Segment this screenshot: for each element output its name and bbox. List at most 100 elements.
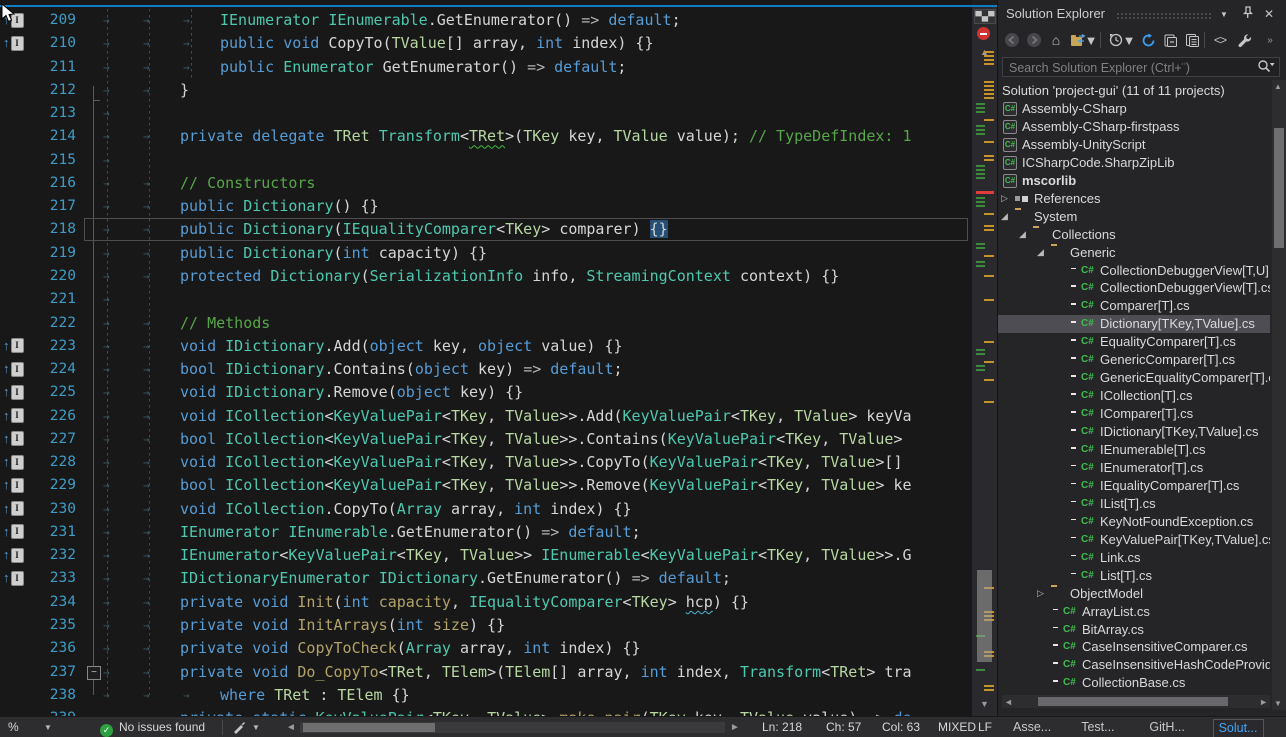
- code-line-214[interactable]: 214→→private delegate TRet Transform<TRe…: [0, 125, 972, 148]
- tree-item-keynotfoundexception-cs[interactable]: C#KeyNotFoundException.cs: [998, 513, 1270, 531]
- tree-item-ienumerable-t-cs[interactable]: C#IEnumerable[T].cs: [998, 441, 1270, 459]
- panel-tab-gith[interactable]: GitH...: [1144, 719, 1189, 736]
- tree-item-icollection-t-cs[interactable]: C#ICollection[T].cs: [998, 387, 1270, 405]
- back-icon[interactable]: [1002, 30, 1022, 50]
- tree-item-collectiondebuggerview-t-cs[interactable]: C#CollectionDebuggerView[T].cs: [998, 279, 1270, 297]
- tree-item-arraylist-cs[interactable]: C#ArrayList.cs: [998, 603, 1270, 621]
- tree-item-caseinsensitivecomparer-cs[interactable]: C#CaseInsensitiveComparer.cs: [998, 638, 1270, 656]
- tree-item-objectmodel[interactable]: ▷ObjectModel: [998, 585, 1270, 603]
- tree-item-ilist-t-cs[interactable]: C#IList[T].cs: [998, 495, 1270, 513]
- zoom-level[interactable]: %: [8, 717, 19, 737]
- code-line-219[interactable]: 219→→public Dictionary(int capacity) {}: [0, 242, 972, 265]
- implements-gutter-icon[interactable]: ↑I: [3, 361, 24, 377]
- collapse-arrow-icon[interactable]: ◢: [1019, 226, 1026, 244]
- tree-item-assembly-unityscript[interactable]: C#Assembly-UnityScript: [998, 136, 1270, 154]
- code-line-227[interactable]: ↑I227→→bool ICollection<KeyValuePair<TKe…: [0, 428, 972, 451]
- tree-item-genericequalitycomparer-t-cs[interactable]: C#GenericEqualityComparer[T].cs: [998, 369, 1270, 387]
- code-line-222[interactable]: 222→→// Methods: [0, 312, 972, 335]
- code-editor[interactable]: ↑I209→→→IEnumerator IEnumerable.GetEnume…: [0, 0, 972, 716]
- zoom-caret-icon[interactable]: ▼: [44, 717, 52, 737]
- hscroll-right-arrow[interactable]: ►: [730, 717, 740, 737]
- code-cleanup-icon[interactable]: [232, 717, 247, 735]
- implements-gutter-icon[interactable]: ↑I: [3, 547, 24, 563]
- refresh-icon[interactable]: [1138, 30, 1158, 50]
- tree-item-ienumerator-t-cs[interactable]: C#IEnumerator[T].cs: [998, 459, 1270, 477]
- code-line-220[interactable]: 220→→protected Dictionary(SerializationI…: [0, 265, 972, 288]
- window-position-caret-icon[interactable]: ▼: [1220, 10, 1228, 19]
- tree-item-system[interactable]: ◢System: [998, 208, 1270, 226]
- toolbar-overflow-icon[interactable]: »: [1260, 30, 1280, 50]
- editor-hscrollbar[interactable]: [300, 722, 725, 733]
- hscroll-left-arrow[interactable]: ◄: [286, 717, 296, 737]
- tree-hscrollbar[interactable]: ◄ ►: [1002, 695, 1270, 708]
- code-line-237[interactable]: 237−→→private void Do_CopyTo<TRet, TElem…: [0, 661, 972, 684]
- tree-item-collectiondebuggerview-t-u-cs[interactable]: C#CollectionDebuggerView[T,U].cs: [998, 262, 1270, 280]
- expand-arrow-icon[interactable]: ▷: [1037, 585, 1044, 603]
- tree-item-icomparer-t-cs[interactable]: C#IComparer[T].cs: [998, 405, 1270, 423]
- implements-gutter-icon[interactable]: ↑I: [3, 338, 24, 354]
- code-line-215[interactable]: 215→: [0, 149, 972, 172]
- tree-item-comparer-t-cs[interactable]: C#Comparer[T].cs: [998, 297, 1270, 315]
- collapse-all-icon[interactable]: [1160, 30, 1180, 50]
- fold-collapse-box[interactable]: −: [87, 666, 101, 680]
- tree-scroll-down-arrow[interactable]: ▼: [1274, 699, 1282, 708]
- forward-icon[interactable]: [1024, 30, 1044, 50]
- collapse-arrow-icon[interactable]: ◢: [1001, 208, 1008, 226]
- implements-gutter-icon[interactable]: ↑I: [3, 35, 24, 51]
- code-line-234[interactable]: 234→→private void Init(int capacity, IEq…: [0, 591, 972, 614]
- eol-indicator[interactable]: LF: [978, 717, 992, 737]
- implements-gutter-icon[interactable]: ↑I: [3, 501, 24, 517]
- panel-tab-asse[interactable]: Asse...: [1008, 719, 1056, 736]
- implements-gutter-icon[interactable]: ↑I: [3, 524, 24, 540]
- code-line-232[interactable]: ↑I232→→IEnumerator<KeyValuePair<TKey, TV…: [0, 544, 972, 567]
- tree-scroll-up-arrow[interactable]: ▲: [1274, 82, 1282, 91]
- tree-item-bitarray-cs[interactable]: C#BitArray.cs: [998, 621, 1270, 639]
- properties-wrench-icon[interactable]: [1234, 30, 1254, 50]
- hscrollbar-thumb[interactable]: [303, 723, 435, 732]
- code-line-226[interactable]: ↑I226→→void ICollection<KeyValuePair<TKe…: [0, 405, 972, 428]
- filter-caret-icon[interactable]: ▼: [1124, 30, 1134, 50]
- tree-item-genericcomparer-t-cs[interactable]: C#GenericComparer[T].cs: [998, 351, 1270, 369]
- implements-gutter-icon[interactable]: ↑I: [3, 570, 24, 586]
- file-health-error-icon[interactable]: [977, 27, 990, 40]
- tree-item-references[interactable]: ▷References: [998, 190, 1270, 208]
- tree-item-assembly-csharp-firstpass[interactable]: C#Assembly-CSharp-firstpass: [998, 118, 1270, 136]
- code-line-216[interactable]: 216→→// Constructors: [0, 172, 972, 195]
- implements-gutter-icon[interactable]: ↑I: [3, 384, 24, 400]
- tree-hscroll-right-arrow[interactable]: ►: [1259, 697, 1268, 707]
- code-line-218[interactable]: 218→→public Dictionary(IEqualityComparer…: [0, 218, 972, 241]
- tree-item-generic[interactable]: ◢Generic: [998, 244, 1270, 262]
- code-line-221[interactable]: 221→: [0, 288, 972, 311]
- collapse-arrow-icon[interactable]: ◢: [1037, 244, 1044, 262]
- issues-indicator[interactable]: ✓No issues found: [100, 717, 205, 737]
- search-icon[interactable]: [1257, 59, 1279, 73]
- tree-hscroll-thumb[interactable]: [1038, 697, 1228, 706]
- pin-icon[interactable]: [1242, 6, 1254, 19]
- implements-gutter-icon[interactable]: ↑I: [3, 408, 24, 424]
- code-line-228[interactable]: ↑I228→→void ICollection<KeyValuePair<TKe…: [0, 451, 972, 474]
- implements-gutter-icon[interactable]: ↑I: [3, 477, 24, 493]
- tree-item-iequalitycomparer-t-cs[interactable]: C#IEqualityComparer[T].cs: [998, 477, 1270, 495]
- code-line-238[interactable]: 238→→→where TRet : TElem {}: [0, 684, 972, 707]
- tree-vscroll-thumb[interactable]: [1274, 128, 1284, 248]
- code-line-236[interactable]: 236→→private void CopyToCheck(Array arra…: [0, 637, 972, 660]
- implements-gutter-icon[interactable]: ↑I: [3, 454, 24, 470]
- code-cleanup-caret-icon[interactable]: ▼: [252, 717, 260, 737]
- tree-item-equalitycomparer-t-cs[interactable]: C#EqualityComparer[T].cs: [998, 333, 1270, 351]
- code-line-225[interactable]: ↑I225→→void IDictionary.Remove(object ke…: [0, 381, 972, 404]
- scrollbar-thumb[interactable]: [977, 570, 992, 662]
- code-line-229[interactable]: ↑I229→→bool ICollection<KeyValuePair<TKe…: [0, 474, 972, 497]
- implements-gutter-icon[interactable]: ↑I: [3, 431, 24, 447]
- code-line-209[interactable]: ↑I209→→→IEnumerator IEnumerable.GetEnume…: [0, 9, 972, 32]
- scroll-down-arrow[interactable]: ▼: [972, 699, 997, 709]
- search-input[interactable]: Search Solution Explorer (Ctrl+¨): [1002, 57, 1280, 77]
- panel-tab-test[interactable]: Test...: [1076, 719, 1119, 736]
- tree-vscrollbar[interactable]: ▲ ▼: [1272, 80, 1286, 710]
- char-position[interactable]: Ch: 57: [826, 717, 861, 737]
- split-editor-handle[interactable]: ▀▄▀: [974, 9, 996, 24]
- code-line-213[interactable]: 213→: [0, 102, 972, 125]
- code-line-212[interactable]: 212→→}: [0, 79, 972, 102]
- tree-item-idictionary-tkey-tvalue-cs[interactable]: C#IDictionary[TKey,TValue].cs: [998, 423, 1270, 441]
- tree-item-collections[interactable]: ◢Collections: [998, 226, 1270, 244]
- tree-item-dictionary-tkey-tvalue-cs[interactable]: C#Dictionary[TKey,TValue].cs: [998, 315, 1270, 333]
